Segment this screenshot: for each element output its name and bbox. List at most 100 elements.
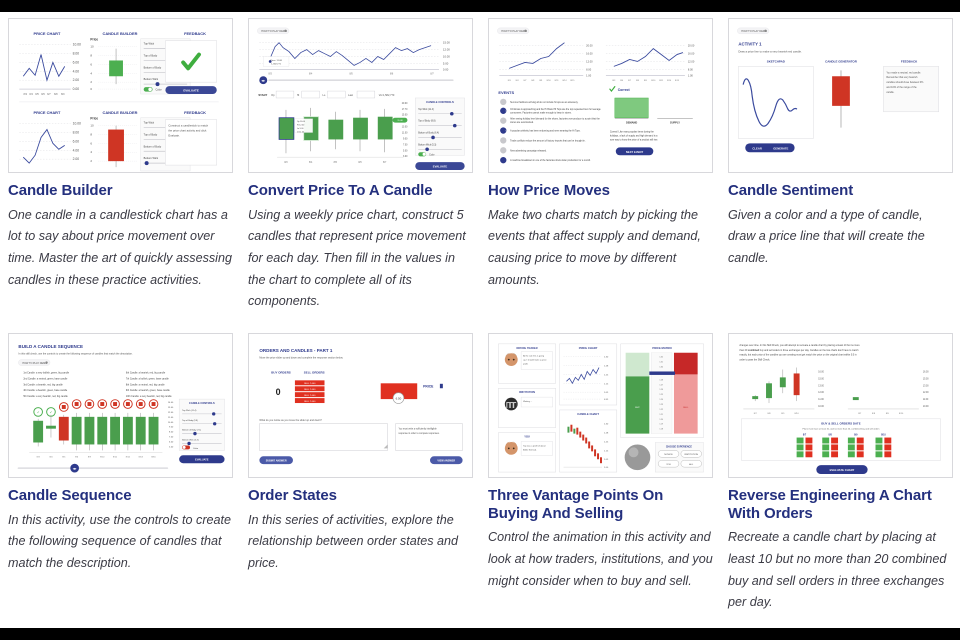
- svg-text:Waiting ...: Waiting ...: [523, 400, 533, 403]
- svg-text:GENERATE: GENERATE: [773, 146, 788, 150]
- svg-text:Christmas is approaching and t: Christmas is approaching and the Hi Bran…: [510, 108, 601, 111]
- svg-text:VIEW ANSWER: VIEW ANSWER: [437, 459, 455, 462]
- svg-text:10.00: 10.00: [923, 406, 929, 408]
- activity-card-how-price-moves[interactable]: HOW TO PLAY DEMO 20.00 16.00 12.00 8.00 1.0…: [488, 18, 713, 313]
- svg-text:12.00: 12.00: [923, 392, 929, 394]
- svg-text:changes over time. In this Ski: changes over time. In this Skill Check, …: [739, 344, 860, 347]
- svg-text:Lo 9.00: Lo 9.00: [297, 128, 304, 130]
- thumbnail-order-states[interactable]: ORDERS AND CANDLES - PART 1 Move the pri…: [248, 332, 473, 478]
- card-title[interactable]: Candle Sentiment: [728, 182, 953, 200]
- activity-card-three-vantage-points[interactable]: NOVICE TRADER At the rate this is going …: [488, 332, 713, 614]
- thumbnail-three-vantage-points[interactable]: NOVICE TRADER At the rate this is going …: [488, 332, 713, 478]
- svg-text:1.27: 1.27: [660, 384, 663, 386]
- svg-text:EVALUATE: EVALUATE: [433, 165, 448, 169]
- activity-card-candle-builder[interactable]: PRICE CHART CANDLE BUILDER FEEDBACK 10.0…: [8, 18, 233, 313]
- svg-text:than 20 combined buy and sell: than 20 combined buy and sell orders in …: [739, 349, 859, 352]
- svg-text:SELL ORDERS: SELL ORDERS: [304, 370, 325, 374]
- svg-text:Vol 1,582,770: Vol 1,582,770: [379, 93, 395, 97]
- svg-text:PRICE MATRIX: PRICE MATRIX: [652, 346, 672, 350]
- svg-text:10.00: 10.00: [443, 54, 450, 58]
- svg-text:CANDLE CONTROLS: CANDLE CONTROLS: [189, 401, 215, 405]
- card-title[interactable]: Candle Sequence: [8, 487, 233, 505]
- svg-text:11.00: 11.00: [402, 133, 408, 135]
- svg-text:11.00: 11.00: [923, 399, 929, 401]
- activity-card-candle-sequence[interactable]: BUILD A CANDLE SEQUENCE In this skill ch…: [8, 332, 233, 614]
- card-title[interactable]: Reverse Engineering A Chart With Orders: [728, 487, 953, 522]
- svg-text:1.20: 1.20: [660, 419, 663, 421]
- svg-text:Top of Body: Top of Body: [144, 54, 158, 58]
- svg-text:FEEDBACK: FEEDBACK: [184, 110, 206, 115]
- svg-text:1.32: 1.32: [660, 357, 663, 359]
- svg-text:Hi: Hi: [297, 93, 300, 97]
- svg-text:Price: Price: [90, 38, 98, 42]
- svg-text:DEMAND: DEMAND: [626, 121, 637, 125]
- svg-text:up, I should make a great: up, I should make a great: [523, 359, 547, 362]
- activity-card-convert-price-to-a-candle[interactable]: HOW TO PLAY DEMO 15.00 12.00 10.00 5.00 0.0…: [248, 18, 473, 313]
- svg-text:exactly, but each price of the: exactly, but each price of the candles y…: [739, 354, 857, 357]
- svg-text:15.00: 15.00: [443, 41, 450, 45]
- activity-card-order-states[interactable]: ORDERS AND CANDLES - PART 1 Move the pri…: [248, 332, 473, 614]
- svg-text:Op 10.00: Op 10.00: [297, 121, 306, 123]
- svg-text:sure way to know the price of: sure way to know the price of a product …: [610, 138, 658, 141]
- thumbnail-candle-sequence[interactable]: BUILD A CANDLE SEQUENCE In this skill ch…: [8, 332, 233, 478]
- svg-text:10th Candle: a very bearish, r: 10th Candle: a very bearish, red, big ca…: [126, 395, 172, 398]
- svg-text:13.00: 13.00: [818, 385, 824, 387]
- svg-text:6.00: 6.00: [73, 60, 80, 64]
- thumbnail-convert-price[interactable]: HOW TO PLAY DEMO 15.00 12.00 10.00 5.00 0.0…: [248, 18, 473, 173]
- svg-text:PRICE CHART: PRICE CHART: [34, 31, 62, 36]
- svg-text:Move the price slider up and d: Move the price slider up and down and co…: [259, 357, 343, 360]
- svg-text:CHOOSE EXPERIENCE: CHOOSE EXPERIENCE: [666, 445, 693, 448]
- activity-card-candle-sentiment[interactable]: HOW TO PLAY DEMO ACTIVITY 1 Draw a price…: [728, 18, 953, 313]
- svg-text:16.00: 16.00: [818, 371, 824, 373]
- svg-text:9.00: 9.00: [403, 138, 408, 140]
- svg-text:12.00: 12.00: [818, 392, 824, 394]
- svg-text:11.00: 11.00: [818, 399, 824, 401]
- svg-text:Top of Body (9.8): Top of Body (9.8): [418, 121, 435, 123]
- thumbnail-candle-sentiment[interactable]: HOW TO PLAY DEMO ACTIVITY 1 Draw a price…: [728, 18, 953, 173]
- svg-text:Top Wick: Top Wick: [144, 121, 155, 125]
- card-title[interactable]: Candle Builder: [8, 182, 233, 200]
- svg-text:NOVICE: NOVICE: [664, 454, 673, 456]
- svg-text:0: 0: [276, 387, 281, 397]
- thumbnail-reverse-engineering[interactable]: changes over time. In this Skill Check, …: [728, 332, 953, 478]
- svg-text:8/9: 8/9: [61, 92, 65, 96]
- card-title[interactable]: Order States: [248, 487, 473, 505]
- svg-text:SELL 7.000: SELL 7.000: [304, 383, 316, 385]
- card-title[interactable]: Three Vantage Points On Buying And Selli…: [488, 487, 713, 522]
- card-title[interactable]: Convert Price To A Candle: [248, 182, 473, 200]
- svg-text:7.00: 7.00: [403, 144, 408, 146]
- svg-text:HOW TO PLAY DEMO: HOW TO PLAY DEMO: [741, 29, 767, 33]
- svg-text:12.00: 12.00: [443, 48, 450, 52]
- svg-text:FEEDBACK: FEEDBACK: [901, 59, 918, 63]
- svg-text:SELL 7.000: SELL 7.000: [304, 389, 316, 391]
- svg-text:8/8: 8/8: [54, 92, 58, 96]
- card-description: Make two charts match by picking the eve…: [488, 207, 701, 287]
- svg-text:11.00: 11.00: [168, 417, 174, 419]
- svg-text:1.23: 1.23: [660, 404, 663, 406]
- svg-text:1.18: 1.18: [660, 429, 663, 431]
- svg-text:Bottom of Body (7.1): Bottom of Body (7.1): [182, 429, 201, 432]
- svg-text:stores are overstocked.: stores are overstocked.: [510, 121, 534, 124]
- svg-text:6th Candle: a bearish, red, bi: 6th Candle: a bearish, red, big candle: [126, 371, 166, 374]
- svg-text:You must write a sufficiently: You must write a sufficiently intelligib…: [398, 428, 437, 431]
- svg-text:EVALUATE CHART: EVALUATE CHART: [830, 468, 855, 472]
- thumbnail-candle-builder[interactable]: PRICE CHART CANDLE BUILDER FEEDBACK 10.0…: [8, 18, 233, 173]
- svg-text:13.00: 13.00: [168, 407, 174, 409]
- svg-text:consumers. Factories cannot ma: consumers. Factories cannot make enough …: [510, 111, 572, 114]
- svg-text:Construct a candlestick to mat: Construct a candlestick to match: [168, 124, 208, 128]
- card-description: Control the animation in this activity a…: [488, 530, 713, 588]
- thumbnail-how-price-moves[interactable]: HOW TO PLAY DEMO 20.00 16.00 12.00 8.00 1.0…: [488, 18, 713, 173]
- svg-text:8/10: 8/10: [881, 434, 886, 437]
- svg-text:BUY ORDERS: BUY ORDERS: [271, 370, 291, 374]
- svg-text:16.00: 16.00: [923, 371, 929, 373]
- svg-text:holidays, a lack of supply and: holidays, a lack of supply and high dema…: [610, 135, 658, 137]
- svg-text:Correct: Correct: [618, 88, 631, 92]
- svg-text:Evaluate.: Evaluate.: [168, 133, 180, 137]
- svg-text:Plans must have at least 10, a: Plans must have at least 10, and no more…: [803, 428, 880, 431]
- svg-text:1.00: 1.00: [688, 73, 694, 77]
- activity-card-reverse-engineering[interactable]: changes over time. In this Skill Check, …: [728, 332, 953, 614]
- svg-text:7th Candle: a bullish, green,: 7th Candle: a bullish, green, base candl…: [126, 377, 169, 380]
- card-title[interactable]: How Price Moves: [488, 182, 713, 200]
- svg-text:Bottom Wick: Bottom Wick: [144, 77, 159, 81]
- svg-text:candle.: candle.: [886, 91, 894, 94]
